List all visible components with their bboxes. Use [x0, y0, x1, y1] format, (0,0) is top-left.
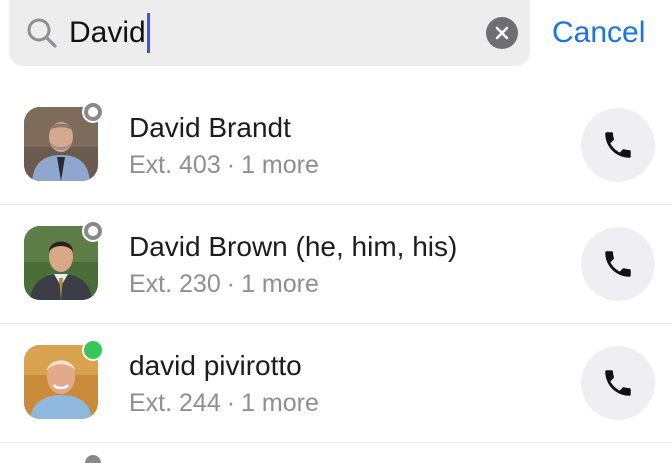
presence-indicator [85, 455, 101, 463]
separator: · [226, 270, 236, 298]
avatar[interactable] [24, 101, 104, 181]
call-button[interactable] [581, 227, 655, 301]
contact-details: Ext. 230 · 1 more [129, 269, 319, 299]
avatar[interactable] [24, 220, 104, 300]
contact-name: David Brandt [129, 112, 291, 143]
list-item[interactable]: David Brown (he, him, his) Ext. 230 · 1 mo… [0, 205, 672, 324]
clear-icon [495, 26, 509, 40]
phone-icon [605, 132, 631, 158]
search-bar[interactable]: David [9, 0, 530, 66]
separator: · [226, 151, 236, 179]
more-count: 1 more [241, 151, 319, 179]
presence-indicator [82, 220, 104, 242]
contacts-search-screen: David Cancel David Brandt Ext. 403 · 1 m… [0, 0, 672, 463]
call-button[interactable] [581, 346, 655, 420]
avatar[interactable] [24, 339, 104, 419]
list-item-partial[interactable] [0, 443, 672, 463]
presence-indicator [82, 101, 104, 123]
phone-icon [605, 251, 631, 277]
more-count: 1 more [241, 270, 319, 298]
more-count: 1 more [241, 389, 319, 417]
search-input[interactable]: David [69, 13, 150, 53]
extension: Ext. 403 [129, 151, 221, 179]
extension: Ext. 230 [129, 270, 221, 298]
separator: · [226, 389, 236, 417]
cancel-button[interactable]: Cancel [552, 14, 645, 52]
text-caret [146, 13, 150, 53]
clear-search-button[interactable] [486, 17, 518, 49]
list-item[interactable]: david pivirotto Ext. 244 · 1 more [0, 324, 672, 443]
call-button[interactable] [581, 108, 655, 182]
list-item[interactable]: David Brandt Ext. 403 · 1 more [0, 86, 672, 205]
contact-details: Ext. 244 · 1 more [129, 388, 319, 418]
phone-icon [605, 370, 631, 396]
contact-name: David Brown (he, him, his) [129, 231, 458, 262]
search-icon [25, 16, 59, 50]
contact-details: Ext. 403 · 1 more [129, 150, 319, 180]
results-list: David Brandt Ext. 403 · 1 more David Bro… [0, 86, 672, 463]
search-input-value: David [69, 16, 146, 49]
contact-name: david pivirotto [129, 350, 302, 381]
extension: Ext. 244 [129, 389, 221, 417]
presence-indicator [82, 339, 104, 361]
